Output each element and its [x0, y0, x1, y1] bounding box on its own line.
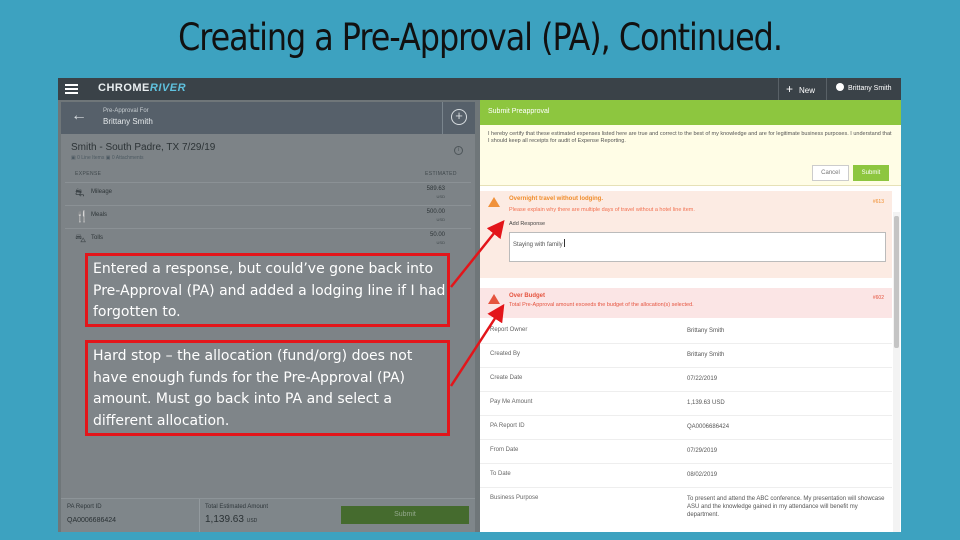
arrow-to-over-budget	[449, 303, 505, 387]
arrow-to-warning	[450, 220, 505, 288]
callout-arrows	[449, 220, 505, 387]
